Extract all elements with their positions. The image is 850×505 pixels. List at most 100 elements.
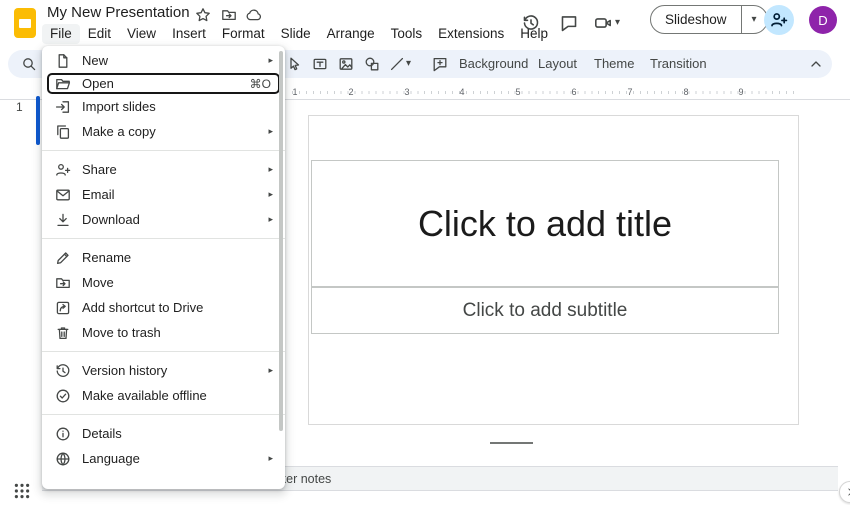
video-call-icon [594, 14, 612, 32]
menu-item-label: Rename [82, 250, 131, 265]
menu-slide[interactable]: Slide [273, 24, 319, 44]
menu-format[interactable]: Format [214, 24, 273, 44]
menu-item-version-history[interactable]: Version history ▸ [42, 358, 285, 383]
menu-scrollbar-thumb[interactable] [279, 51, 283, 431]
star-icon [195, 7, 211, 23]
transition-button[interactable]: Transition [644, 50, 713, 78]
document-title[interactable]: My New Presentation [47, 4, 190, 21]
menu-insert[interactable]: Insert [164, 24, 214, 44]
menu-item-label: Open [82, 76, 114, 91]
submenu-arrow-icon: ▸ [268, 453, 273, 464]
version-history-button[interactable] [518, 10, 544, 36]
submenu-arrow-icon: ▸ [268, 164, 273, 175]
submenu-arrow-icon: ▸ [268, 126, 273, 137]
move-document-button[interactable] [220, 6, 238, 24]
comments-button[interactable] [556, 10, 582, 36]
theme-button[interactable]: Theme [588, 50, 640, 78]
chevron-right-icon [845, 487, 850, 497]
menu-separator [42, 414, 285, 415]
menu-item-make-available-offline[interactable]: Make available offline [42, 383, 285, 408]
ruler-number: 8 [682, 87, 690, 97]
document-status-button[interactable] [245, 6, 263, 24]
grid-view-icon[interactable] [13, 482, 31, 500]
ruler-number: 4 [458, 87, 466, 97]
line-options-chevron-icon[interactable]: ▾ [406, 59, 411, 69]
ruler-number: 3 [403, 87, 411, 97]
menu-item-label: Language [82, 451, 140, 466]
app-header: My New Presentation File Edit View Inser… [0, 0, 850, 46]
trash-icon [55, 325, 71, 341]
rename-pencil-icon [55, 250, 71, 266]
open-folder-icon [55, 76, 71, 92]
slides-logo-page [19, 19, 31, 28]
menu-item-label: Move [82, 275, 114, 290]
ruler-number: 7 [626, 87, 634, 97]
menu-item-move-to-trash[interactable]: Move to trash [42, 320, 285, 345]
menu-item-share[interactable]: Share ▸ [42, 157, 285, 182]
email-icon [55, 187, 71, 203]
menu-item-new[interactable]: New ▸ [42, 48, 285, 73]
import-slides-icon [55, 99, 71, 115]
menu-edit[interactable]: Edit [80, 24, 119, 44]
menu-item-label: Share [82, 162, 117, 177]
account-avatar[interactable]: D [809, 6, 837, 34]
join-call-button[interactable]: ▾ [594, 10, 636, 36]
menu-item-move[interactable]: Move [42, 270, 285, 295]
history-icon [55, 363, 71, 379]
menu-item-label: Email [82, 187, 115, 202]
menu-item-label: Version history [82, 363, 167, 378]
move-folder-icon [221, 7, 237, 23]
active-slide-indicator [36, 96, 40, 145]
slideshow-button[interactable]: Slideshow [651, 6, 741, 33]
menu-arrange[interactable]: Arrange [319, 24, 383, 44]
search-menus-icon[interactable] [21, 56, 37, 72]
layout-button[interactable]: Layout [532, 50, 583, 78]
menu-view[interactable]: View [119, 24, 164, 44]
slides-logo[interactable] [14, 8, 36, 38]
ruler-number: 9 [737, 87, 745, 97]
drive-shortcut-icon [55, 300, 71, 316]
textbox-icon[interactable] [312, 56, 328, 72]
google-slides-app: My New Presentation File Edit View Inser… [0, 0, 850, 505]
slideshow-options-button[interactable]: ▾ [741, 6, 767, 33]
menu-item-details[interactable]: Details [42, 421, 285, 446]
menu-item-make-a-copy[interactable]: Make a copy ▸ [42, 119, 285, 144]
expand-side-panel-button[interactable] [839, 481, 850, 503]
canvas-line-element [490, 442, 533, 444]
ruler-number: 6 [570, 87, 578, 97]
insert-line-icon[interactable] [389, 56, 405, 72]
insert-image-icon[interactable] [338, 56, 354, 72]
menu-item-label: Move to trash [82, 325, 161, 340]
menu-item-add-shortcut-to-drive[interactable]: Add shortcut to Drive [42, 295, 285, 320]
submenu-arrow-icon: ▸ [268, 55, 273, 66]
share-person-icon [55, 162, 71, 178]
menu-tools[interactable]: Tools [383, 24, 431, 44]
menu-file[interactable]: File [42, 24, 80, 44]
share-button[interactable] [764, 5, 794, 35]
menu-item-download[interactable]: Download ▸ [42, 207, 285, 232]
download-icon [55, 212, 71, 228]
menu-separator [42, 351, 285, 352]
offline-check-icon [55, 388, 71, 404]
collapse-menus-icon[interactable] [808, 56, 824, 72]
menu-item-email[interactable]: Email ▸ [42, 182, 285, 207]
menu-item-import-slides[interactable]: Import slides [42, 94, 285, 119]
star-button[interactable] [194, 6, 212, 24]
insert-shape-icon[interactable] [364, 56, 380, 72]
menu-extensions[interactable]: Extensions [430, 24, 512, 44]
insert-comment-icon[interactable] [432, 56, 448, 72]
menu-item-open[interactable]: Open ⌘O [47, 73, 280, 94]
title-placeholder-box[interactable]: Click to add title [311, 160, 779, 287]
select-cursor-icon[interactable] [286, 56, 302, 72]
slide-number-label: 1 [16, 100, 23, 114]
menu-separator [42, 150, 285, 151]
subtitle-placeholder-box[interactable]: Click to add subtitle [311, 287, 779, 334]
subtitle-placeholder-text: Click to add subtitle [463, 300, 628, 322]
menu-item-language[interactable]: Language ▸ [42, 446, 285, 471]
menu-item-rename[interactable]: Rename [42, 245, 285, 270]
menu-item-label: Add shortcut to Drive [82, 300, 203, 315]
ruler-number: 1 [291, 87, 299, 97]
background-button[interactable]: Background [453, 50, 534, 78]
slideshow-split-button: Slideshow ▾ [650, 5, 768, 34]
menu-bar: File Edit View Insert Format Slide Arran… [42, 24, 556, 44]
